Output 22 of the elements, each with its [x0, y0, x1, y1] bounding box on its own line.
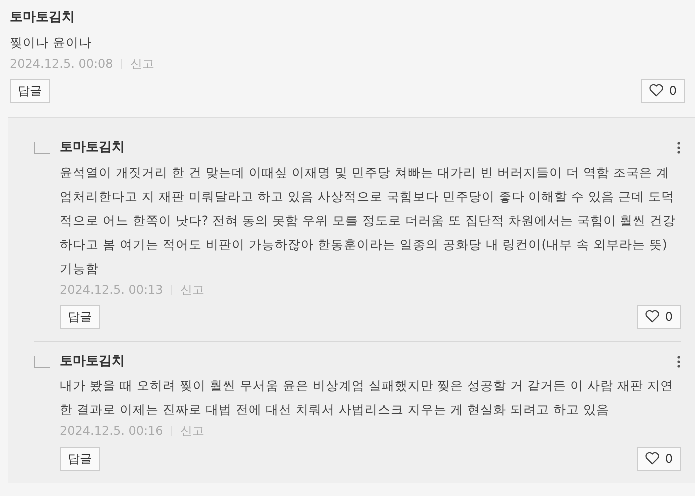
comment-text: 내가 봤을 때 오히려 찢이 훨씬 무서움 윤은 비상계엄 실패했지만 찢은 성공할 거 같거든 이 사람 재판 지연한 결과로 이제는 진짜로 대법 전에 대선 치뤄서 사법리스크 지우는 게 현실화 되려고 하고 있음: [60, 377, 675, 420]
like-button[interactable]: 0: [637, 304, 681, 329]
reply-indent-icon: [34, 142, 50, 154]
author-name: 토마토김치: [60, 352, 125, 371]
comment-date: 2024.12.5. 00:08: [10, 56, 114, 73]
reply-button[interactable]: 답글: [60, 446, 100, 471]
comment-date: 2024.12.5. 00:13: [60, 282, 164, 298]
comment-text: 찢이나 윤이나: [10, 34, 93, 52]
more-icon[interactable]: [677, 356, 681, 368]
comment-date: 2024.12.5. 00:16: [60, 423, 164, 440]
heart-icon: [645, 310, 660, 324]
heart-icon: [649, 84, 664, 98]
more-icon[interactable]: [677, 142, 681, 154]
reply-button[interactable]: 답글: [60, 304, 100, 329]
reply-indent-icon: [34, 356, 50, 368]
like-button[interactable]: 0: [641, 78, 685, 103]
like-button[interactable]: 0: [637, 446, 681, 471]
heart-icon: [645, 452, 660, 466]
author-name: 토마토김치: [10, 9, 75, 27]
reply-button[interactable]: 답글: [10, 78, 50, 103]
author-name: 토마토김치: [60, 138, 125, 157]
comment-text: 윤석열이 개짓거리 한 건 맞는데 이때싶 이재명 및 민주당 쳐빠는 대가리 빈 버러지들이 더 역함 조국은 계엄처리한다고 지 재판 미뤄달라고 하고 있음 사상적으로 국힘보다 민주당이 좋다 이해할 수 있음 근데 도덕적으로 어느 한쪽이 낫다? 전혀 동의 못함 우위 모를 정도로 더러움 또 집단적 차원에서는 국힘이 훨씬 건강하다고 봄 여기는 적어도 비판이 가능하잖아 한동훈이라는 일종의 공화당 내 링컨이(내부 속 외부라는 뜻) 기능함: [60, 164, 678, 278]
